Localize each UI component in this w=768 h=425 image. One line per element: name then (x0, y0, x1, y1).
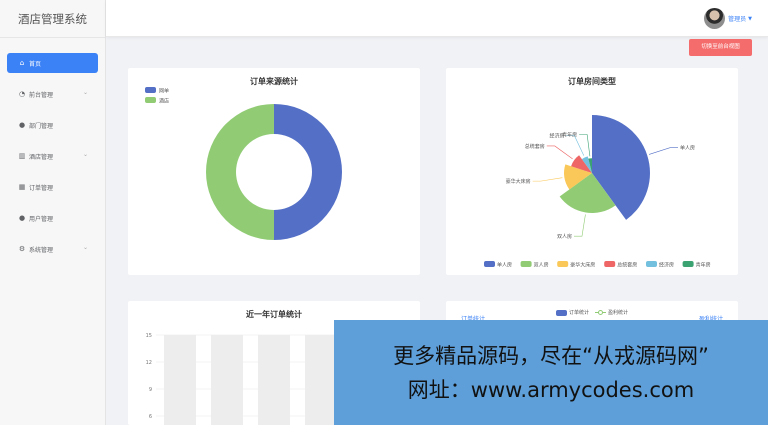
avatar[interactable] (704, 8, 726, 29)
donut-slice-1[interactable] (205, 104, 274, 240)
sidebar-item-6[interactable]: ⚙ 系统管理 ⌄ (7, 239, 98, 259)
rose-leader-line (573, 214, 586, 237)
legend-swatch[interactable] (646, 261, 657, 267)
room-type-card: 订单房间类型 单人房 双人房 豪华大床房 总统套房 经济房 青年房 单人房 双人房 豪华大床房总… (446, 68, 738, 275)
sidebar-item-label: 酒店管理 (29, 153, 54, 161)
rose-leader-line (579, 134, 591, 157)
legend-swatch[interactable] (484, 261, 495, 267)
sidebar-item-5[interactable]: ● 用户管理 (7, 208, 98, 228)
rose-label: 总统套房 (525, 143, 545, 150)
rose-label: 单人房 (680, 145, 695, 152)
sidebar-item-1[interactable]: ◔ 前台管理 ⌄ (7, 84, 98, 104)
legend-swatch[interactable] (557, 261, 569, 267)
bar-background (258, 335, 290, 425)
room-type-chart: 单人房双人房豪华大床房总统套房经济房青年房单人房 双人房 豪华大床房 总统套房 经济房青… (484, 115, 711, 269)
sidebar-item-label: 用户管理 (29, 215, 54, 223)
legend-swatch[interactable] (682, 261, 694, 267)
user-icon: ● (18, 214, 26, 222)
sidebar: 酒店管理系统 ⌂ 首页 ◔ 前台管理 ⌄ ● 部门管理 ▥ 酒店管理 ⌄ ▦ 订单管理 ● 用户管理 ⚙ 系统… (0, 0, 106, 425)
building-icon: ▥ (18, 152, 26, 160)
sidebar-item-3[interactable]: ▥ 酒店管理 ⌄ (7, 146, 98, 166)
legend-label-orders: 订单统计 (569, 310, 590, 316)
legend-swatch[interactable] (520, 261, 532, 267)
sidebar-item-label: 部门管理 (29, 122, 54, 130)
sidebar-item-4[interactable]: ▦ 订单管理 (7, 177, 98, 197)
rose-label: 豪华大床房 (506, 178, 531, 185)
stats-legend: 订单统计 盈利统计 (556, 309, 628, 316)
y-tick-label: 12 (146, 360, 152, 366)
user-name[interactable]: 管理员 (728, 14, 746, 23)
legend-swatch[interactable] (145, 97, 156, 103)
legend-label[interactable]: 网单 (159, 88, 169, 95)
legend-label[interactable]: 豪华大床房 (570, 262, 595, 269)
legend-label[interactable]: 单人房 (497, 262, 512, 269)
user-menu[interactable]: 管理员 ▼ (704, 8, 752, 29)
legend-swatch-profit (595, 310, 607, 315)
switch-view-button[interactable]: 切换至前台视图 (689, 39, 752, 56)
legend-swatch-orders (556, 309, 567, 316)
chevron-down-icon: ⌄ (82, 151, 88, 158)
legend-swatch[interactable] (604, 261, 616, 267)
y-tick-label: 6 (149, 414, 152, 420)
order-source-chart: 网单酒店 (145, 87, 343, 240)
rose-leader-line (546, 145, 573, 160)
sidebar-item-label: 前台管理 (29, 91, 54, 99)
donut-slice-0[interactable] (274, 104, 343, 240)
watermark-line-2: 网址：www.armycodes.com (407, 378, 695, 402)
sidebar-menu: ⌂ 首页 ◔ 前台管理 ⌄ ● 部门管理 ▥ 酒店管理 ⌄ ▦ 订单管理 ● 用户管理 ⚙ 系统管理 ⌄ (0, 53, 105, 259)
legend-label-profit: 盈利统计 (608, 310, 629, 316)
app-title: 酒店管理系统 (0, 0, 105, 38)
header: 管理员 ▼ (106, 0, 768, 37)
bar-background (164, 335, 196, 425)
watermark-banner: 更多精品源码，尽在“从戎源码网” 网址：www.armycodes.com (334, 320, 768, 425)
chevron-down-icon: ⌄ (82, 89, 88, 96)
sidebar-item-label: 系统管理 (29, 246, 54, 254)
y-tick-label: 15 (146, 333, 152, 339)
sidebar-item-label: 订单管理 (29, 184, 54, 192)
legend-label[interactable]: 经济房 (659, 262, 674, 269)
chevron-down-icon: ⌄ (82, 244, 88, 251)
watermark-line-1: 更多精品源码，尽在“从戎源码网” (393, 344, 709, 368)
home-icon: ⌂ (19, 59, 25, 67)
rose-label: 青年房 (562, 132, 577, 139)
rose-leader-line (648, 147, 678, 155)
sidebar-item-label: 首页 (29, 60, 42, 68)
legend-label[interactable]: 青年房 (696, 262, 711, 269)
legend-swatch[interactable] (145, 87, 156, 93)
legend-label[interactable]: 总统套房 (617, 262, 637, 269)
grid-icon: ▦ (18, 183, 26, 191)
legend-label[interactable]: 酒店 (159, 98, 169, 105)
y-tick-label: 9 (149, 387, 152, 393)
sidebar-item-2[interactable]: ● 部门管理 (7, 115, 98, 135)
rose-leader-line (532, 177, 563, 182)
sidebar-item-0[interactable]: ⌂ 首页 (7, 53, 98, 73)
rose-leader-line (566, 135, 585, 156)
rose-label: 双人房 (557, 233, 572, 240)
bar-background (305, 335, 337, 425)
clock-icon: ◔ (18, 90, 26, 98)
chevron-down-icon[interactable]: ▼ (748, 16, 752, 22)
legend-label[interactable]: 双人房 (534, 262, 549, 269)
person-icon: ● (18, 121, 26, 129)
gear-icon: ⚙ (18, 245, 26, 253)
order-source-card: 订单来源统计 网单 酒店 (128, 68, 420, 275)
bar-background (211, 335, 243, 425)
